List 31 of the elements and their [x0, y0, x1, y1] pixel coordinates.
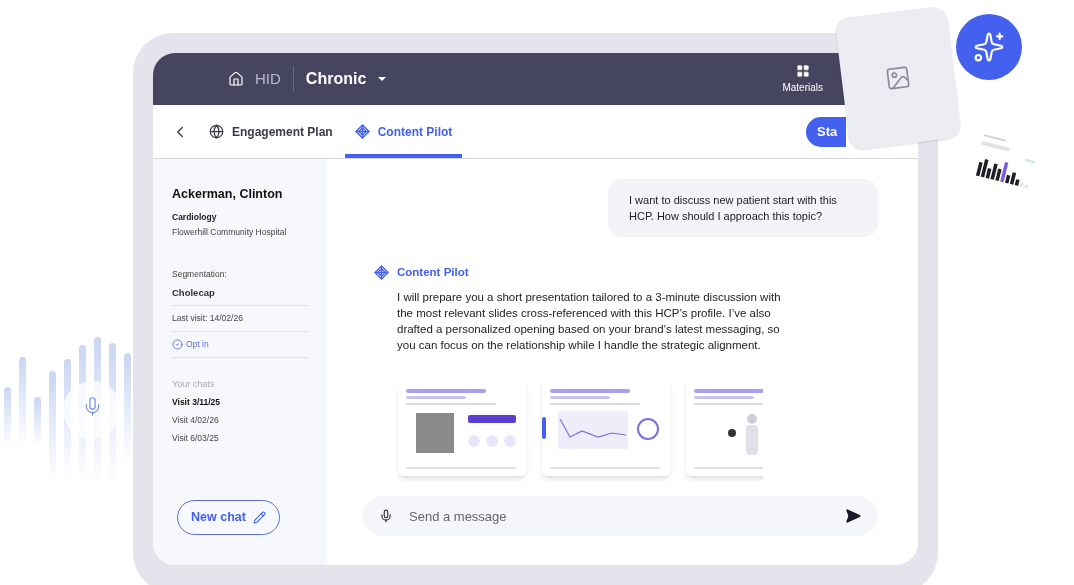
hospital-name: Flowerhill Community Hospital — [172, 225, 288, 239]
assistant-message: I will prepare you a short presentation tailored to a 3-minute discussion with the most relevant slides cross-referenced with this HCP’s profile. I’ve also drafted a personalized opening based on your brand’s latest messaging, so you can focus on the relationship while I handle the strategic alignment. — [397, 290, 782, 354]
chat-item[interactable]: Visit 4/02/26 — [172, 414, 308, 427]
doctor-name: Ackerman, Clinton — [172, 186, 284, 203]
user-message: I want to discuss new patient start with this HCP. How should I approach this topic? — [608, 179, 878, 237]
materials-button[interactable]: Materials — [782, 63, 823, 95]
message-input[interactable]: Send a message — [409, 506, 845, 526]
chats-heading: Your chats — [172, 377, 216, 391]
start-button[interactable]: Sta — [806, 116, 846, 147]
specialty: Cardiology — [172, 210, 218, 224]
assistant-name: Content Pilot — [397, 265, 469, 280]
grid-icon — [795, 63, 810, 78]
product-dropdown[interactable]: Chronic — [305, 67, 391, 91]
pilot-icon — [354, 124, 370, 139]
tab[interactable]: Engagement Plan — [199, 105, 343, 158]
message-field[interactable]: Send a message — [362, 496, 878, 537]
segmentation-value: Cholecap — [172, 286, 308, 307]
segmentation-label: Segmentation: — [172, 268, 228, 281]
home-label[interactable]: HID — [255, 67, 281, 91]
tab[interactable]: Content Pilot — [344, 105, 463, 158]
opt-in-label: Opt in — [186, 338, 209, 351]
pencil-icon — [252, 511, 266, 524]
sparkles-icon — [973, 31, 1005, 63]
send-icon[interactable] — [845, 508, 861, 525]
globe-icon — [209, 124, 224, 139]
chat-item[interactable]: Visit 6/03/25 — [172, 431, 308, 445]
last-visit: Last visit: 14/02/26 — [172, 306, 308, 332]
home-icon[interactable] — [228, 71, 244, 87]
pilot-icon — [374, 265, 389, 281]
chat-item[interactable]: Visit 3/11/25 — [172, 396, 308, 409]
microphone-icon[interactable] — [379, 509, 393, 524]
